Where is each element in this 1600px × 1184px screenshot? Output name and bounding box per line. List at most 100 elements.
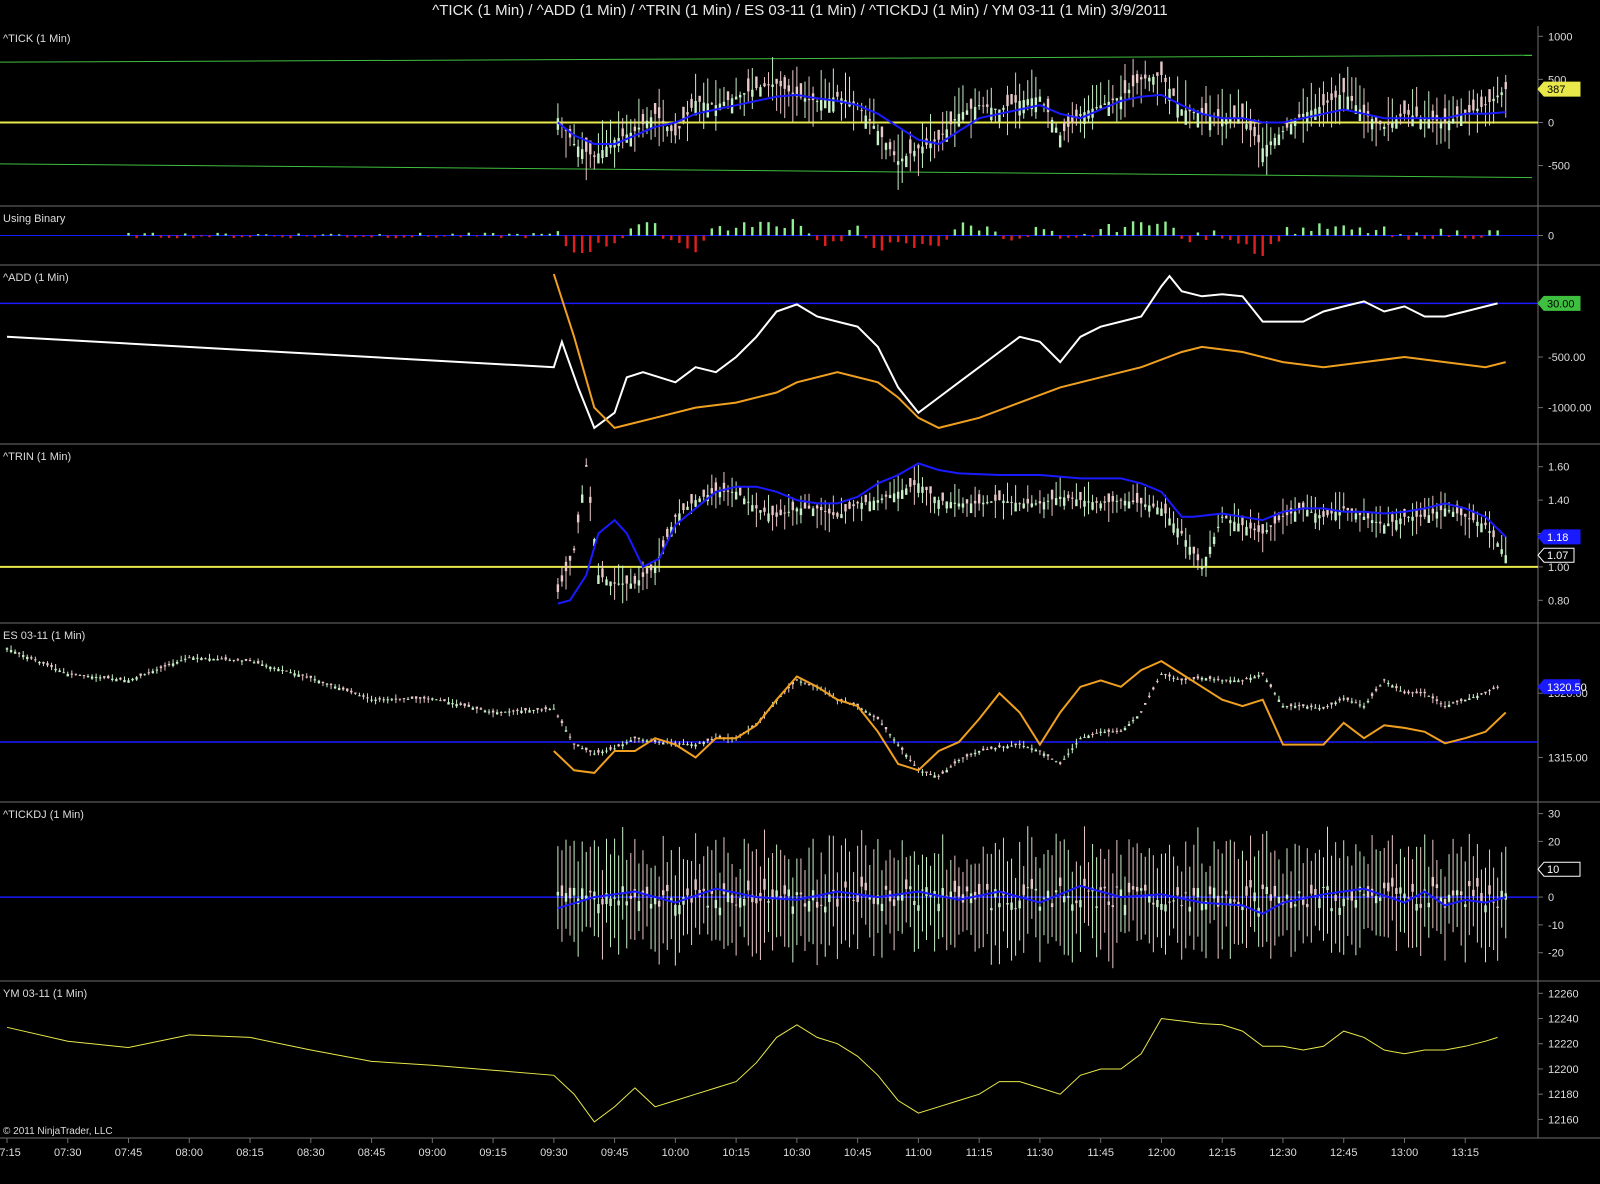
- es-price-bar-body: [402, 698, 406, 700]
- es-price-bar-body: [1443, 706, 1447, 708]
- es-price-bar-body: [990, 746, 993, 749]
- trin-panel[interactable]: ^TRIN (1 Min) 1.60 1.40 1.00 0.80 1.18 1.07: [0, 451, 1581, 607]
- es-price-bar-body: [54, 668, 57, 671]
- ym-ytick-label: 12260: [1548, 988, 1579, 1000]
- trin-price-bar-body: [605, 579, 608, 586]
- tickdj-panel[interactable]: ^TICKDJ (1 Min) 30 20 0 -10 -20 10: [0, 809, 1581, 969]
- tick-price-bar-body: [1350, 95, 1354, 101]
- es-price-bar-body: [585, 747, 588, 751]
- binary-bar: [848, 230, 851, 236]
- es-price-bar-body: [953, 761, 957, 764]
- x-tick-label: 08:45: [358, 1147, 386, 1159]
- es-price-bar-body: [1273, 693, 1277, 695]
- trin-price-bar-body: [726, 490, 730, 492]
- tick-price-bar-body: [807, 99, 811, 101]
- es-price-bar-body: [1297, 705, 1301, 707]
- tick-price-bar-body: [941, 133, 944, 135]
- es-price-bar-body: [504, 711, 507, 713]
- tick-price-bar-body: [751, 89, 754, 97]
- tickdj-price-bar-body: [617, 900, 620, 906]
- es-price-bar-body: [38, 661, 41, 664]
- x-tick-label: 07:15: [0, 1147, 21, 1159]
- tick-price-bar-body: [1443, 108, 1447, 123]
- trin-price-bar-body: [982, 502, 985, 505]
- trin-price-bar-body: [1225, 515, 1228, 519]
- tick-price-bar-body: [1184, 110, 1187, 125]
- es-price-bar-body: [1006, 746, 1009, 749]
- tickdj-price-bar-body: [848, 896, 851, 898]
- es-price-bar-body: [362, 695, 365, 697]
- trin-price-bar-body: [1273, 515, 1277, 524]
- trin-price-bar-body: [998, 490, 1001, 501]
- chart-canvas[interactable]: ^TICK (1 Min) 10005000-500387 Using Binary…: [0, 0, 1600, 1184]
- binary-panel[interactable]: Using Binary 0: [0, 213, 1554, 256]
- es-price-bar-body: [1046, 754, 1050, 757]
- tick-price-bar-body: [1139, 77, 1143, 80]
- trin-price-bar-body: [617, 583, 620, 585]
- binary-bar: [1010, 235, 1013, 241]
- binary-bar: [362, 235, 365, 237]
- trin-price-bar-body: [844, 503, 847, 512]
- binary-bar: [1067, 235, 1070, 238]
- binary-bar: [977, 230, 981, 236]
- tickdj-price-bar-body: [1216, 895, 1220, 907]
- tickdj-price-bar-body: [913, 900, 916, 906]
- binary-bar: [1366, 233, 1370, 236]
- es-price-bar-body: [147, 672, 150, 674]
- tickdj-price-bar-body: [868, 897, 871, 900]
- trin-price-bar-body: [1075, 499, 1078, 507]
- es-price-bar-body: [1415, 691, 1418, 694]
- ym-ytick-label: 12220: [1548, 1039, 1579, 1051]
- es-price-bar-body: [1042, 753, 1046, 756]
- tickdj-price-bar-body: [589, 890, 592, 893]
- tickdj-price-bar-body: [775, 890, 778, 897]
- tickdj-price-bar-body: [1067, 896, 1070, 898]
- tick-price-bar-body: [1152, 76, 1155, 85]
- tickdj-price-bar-body: [787, 889, 790, 897]
- x-tick-label: 07:45: [115, 1147, 143, 1159]
- es-price-bar-body: [548, 708, 551, 710]
- add-panel[interactable]: ^ADD (1 Min) -500.00 -1000.00 30.00: [0, 272, 1591, 430]
- binary-bar: [378, 234, 381, 236]
- tickdj-price-bar-body: [1314, 889, 1317, 896]
- tick-price-bar-body: [1034, 97, 1038, 113]
- trin-price-bar-body: [848, 502, 851, 509]
- tick-price-bar-body: [957, 113, 961, 127]
- es-price-bar-body: [888, 734, 892, 736]
- tick-price-bar-body: [637, 127, 641, 130]
- binary-bar: [410, 235, 414, 238]
- binary-bar: [1204, 235, 1208, 240]
- es-price-bar-body: [905, 754, 908, 757]
- x-tick-label: 11:00: [905, 1147, 932, 1159]
- tick-price-bar-body: [905, 156, 908, 168]
- binary-bar: [281, 235, 284, 238]
- es-price-bar-body: [686, 744, 689, 746]
- tick-price-bar-body: [1006, 94, 1009, 107]
- es-price-bar-body: [568, 736, 572, 738]
- tick-price-bar-body: [1334, 90, 1337, 98]
- tick-price-bar-body: [1095, 106, 1098, 109]
- es-price-bar-body: [641, 739, 645, 741]
- tick-price-bar-body: [572, 144, 576, 145]
- trin-price-bar-body: [1099, 503, 1102, 509]
- es-price-bar-body: [637, 737, 641, 739]
- tickdj-price-bar-body: [662, 890, 665, 896]
- tick-price-bar-body: [1127, 89, 1131, 94]
- trin-price-bar-body: [1123, 500, 1127, 506]
- binary-bar: [216, 232, 219, 236]
- binary-bar: [1415, 232, 1418, 236]
- tick-price-bar-body: [1476, 108, 1479, 112]
- es-price-bar-body: [1476, 695, 1479, 699]
- tick-price-bar-body: [1342, 77, 1345, 93]
- tick-panel[interactable]: ^TICK (1 Min) 10005000-500387: [0, 31, 1581, 190]
- binary-bar: [143, 233, 146, 236]
- es-last-value-label: 1320.50: [1547, 682, 1587, 694]
- tick-price-bar-body: [900, 158, 904, 162]
- x-tick-label: 12:45: [1330, 1147, 1358, 1159]
- es-panel[interactable]: ES 03-11 (1 Min)1320.001315.001320.50: [0, 630, 1588, 780]
- tickdj-price-bar-body: [674, 904, 677, 916]
- ym-panel-title: YM 03-11 (1 Min): [3, 988, 87, 1000]
- binary-bar: [346, 235, 349, 238]
- tickdj-price-bar-body: [905, 879, 908, 890]
- ym-panel[interactable]: YM 03-11 (1 Min) 12260 12240 12220 12200 1218…: [3, 988, 1579, 1126]
